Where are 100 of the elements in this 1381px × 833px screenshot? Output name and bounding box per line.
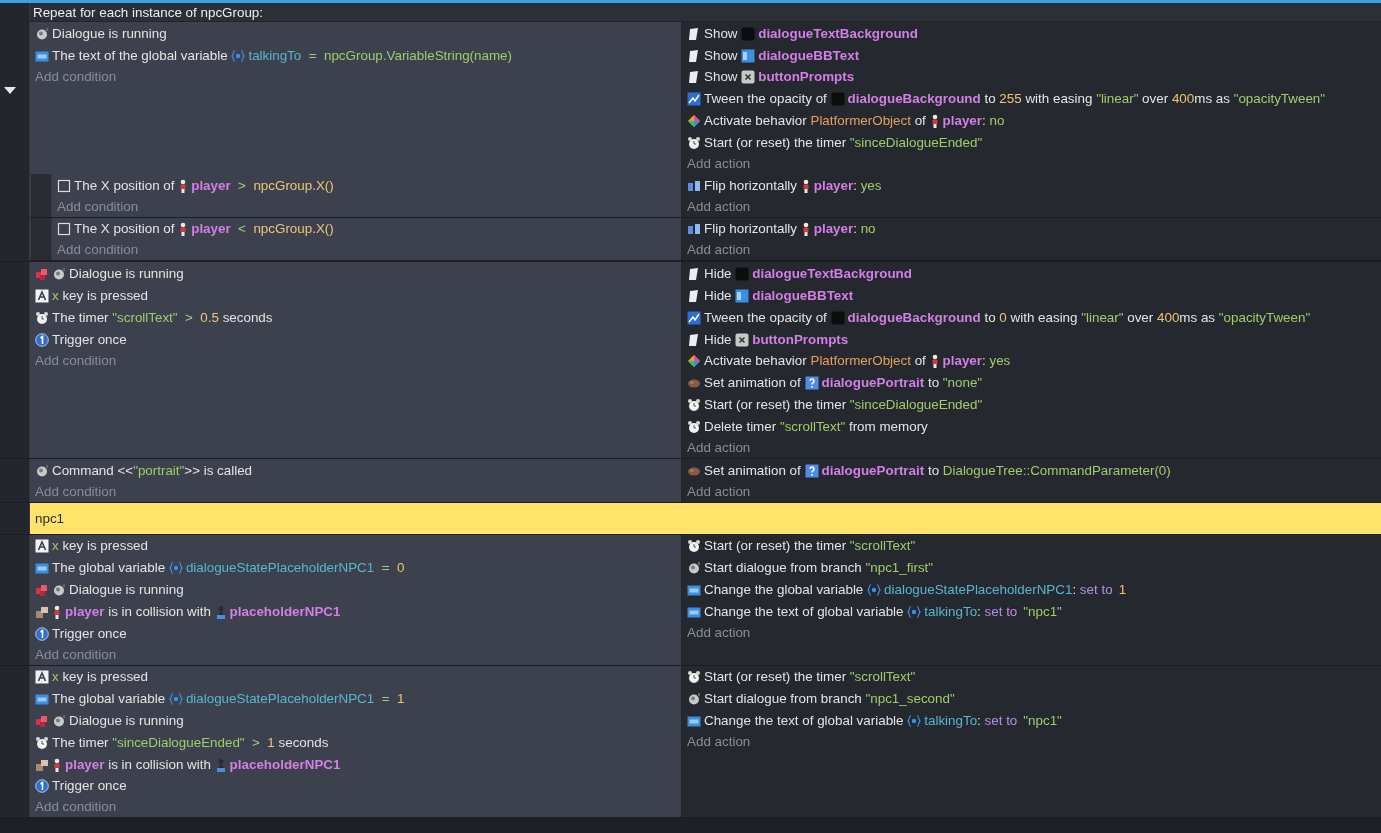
rounded-square-icon <box>830 92 845 107</box>
text-panel-icon <box>741 48 756 63</box>
condition-text: player < npcGroup.X() <box>191 220 334 239</box>
rounded-square-icon <box>830 310 845 325</box>
condition-text: Trigger once <box>52 624 127 643</box>
caret-icon[interactable] <box>4 87 16 95</box>
chart-line-icon <box>687 310 701 325</box>
slanted-panel-icon <box>687 48 701 63</box>
add-action-link[interactable]: Add action <box>687 481 1381 502</box>
add-condition-link[interactable]: Add condition <box>35 797 681 818</box>
alarm-clock-icon <box>687 419 701 434</box>
action-text: player: yes <box>813 176 882 195</box>
action-text: Tween the opacity of <box>704 308 828 327</box>
event-header: Repeat for each instance of npcGroup: <box>30 3 1381 22</box>
square-icon <box>57 178 71 193</box>
add-action-link[interactable]: Add action <box>687 153 1381 174</box>
person-icon <box>178 178 189 193</box>
action-text: Start (or reset) the timer "sinceDialogueEnded" <box>704 396 983 414</box>
add-action-link[interactable]: Add action <box>687 437 1381 458</box>
condition-text: x key is pressed <box>52 668 148 687</box>
person-icon <box>52 604 62 619</box>
variable-braces-icon <box>168 692 183 707</box>
action-text: Activate behavior PlatformerObject of <box>704 352 927 371</box>
condition-text: The X position of <box>74 176 176 195</box>
condition-text: dialogueStatePlaceholderNPC1 = 0 <box>185 559 405 578</box>
action-text: Activate behavior PlatformerObject of <box>704 112 927 131</box>
dialogue-ball-icon <box>35 26 49 41</box>
condition-text: The timer "scrollText" > 0.5 seconds <box>52 308 273 327</box>
action-text: Hide <box>704 287 733 305</box>
action-text: Start (or reset) the timer "sinceDialogueEnded" <box>704 133 983 152</box>
action-text: Tween the opacity of <box>704 90 828 109</box>
variable-braces-icon <box>907 604 922 619</box>
alarm-clock-icon <box>35 310 49 325</box>
action-text: Show <box>704 68 739 87</box>
key-cap-icon <box>741 70 756 85</box>
action-text: Change the text of global variable <box>704 711 905 730</box>
add-condition-link[interactable]: Add condition <box>35 481 681 502</box>
condition-text: The X position of <box>74 220 176 239</box>
numbered-circle-icon <box>35 779 49 794</box>
action-text: dialogueStatePlaceholderNPC1: set to 1 <box>884 581 1127 599</box>
add-condition-link[interactable]: Add condition <box>57 196 681 217</box>
keyboard-key-icon <box>35 289 49 304</box>
condition-text: The timer "sinceDialogueEnded" > 1 seconds <box>52 733 329 752</box>
add-condition-link[interactable]: Add condition <box>35 66 681 87</box>
action-text: dialogueBackground to 255 with easing "linear" over 400ms as "opacityTween" <box>847 90 1326 109</box>
slanted-panel-icon <box>687 289 701 304</box>
keyboard-key-icon <box>35 539 49 554</box>
add-action-link[interactable]: Add action <box>687 196 1381 217</box>
alarm-clock-icon <box>687 135 701 150</box>
flip-squares-icon <box>687 178 701 193</box>
action-text: player: no <box>813 220 876 239</box>
action-text: Start (or reset) the timer "scrollText" <box>704 668 916 687</box>
keyboard-key-icon <box>35 670 49 685</box>
action-text: dialogueBBText <box>758 46 860 65</box>
stacked-boxes-icon <box>35 604 49 619</box>
dialogue-ball-icon <box>35 463 49 478</box>
variable-tag-icon <box>35 692 49 707</box>
dialogue-ball-icon <box>52 583 66 598</box>
slanted-panel-icon <box>687 332 701 347</box>
numbered-circle-icon <box>35 626 49 641</box>
flip-squares-icon <box>687 222 701 237</box>
variable-tag-icon <box>687 714 701 728</box>
action-text: Change the text of global variable <box>704 602 905 621</box>
add-condition-link[interactable]: Add condition <box>57 240 681 261</box>
condition-text: Dialogue is running <box>69 265 184 284</box>
slanted-panel-icon <box>687 70 701 85</box>
person-silhouette-icon <box>214 604 227 619</box>
square-icon <box>57 222 71 237</box>
variable-braces-icon <box>168 561 183 576</box>
action-text: buttonPrompts <box>752 330 849 349</box>
add-condition-link[interactable]: Add condition <box>35 644 681 665</box>
comment-text: npc1 <box>30 502 1381 534</box>
action-text: dialogueBBText <box>752 287 854 305</box>
condition-text: Trigger once <box>52 330 127 349</box>
variable-braces-icon <box>867 583 882 598</box>
numbered-circle-icon <box>35 332 49 347</box>
add-action-link[interactable]: Add action <box>687 240 1381 261</box>
condition-text: Trigger once <box>52 777 127 796</box>
action-text: buttonPrompts <box>758 68 855 87</box>
slanted-panel-icon <box>687 26 701 41</box>
condition-text: player > npcGroup.X() <box>191 176 334 195</box>
action-text: dialogueBackground to 0 with easing "linear" over 400ms as "opacityTween" <box>847 308 1311 327</box>
add-action-link[interactable]: Add action <box>687 622 1381 643</box>
add-action-link[interactable]: Add action <box>687 731 1381 752</box>
action-text: Show <box>704 24 739 43</box>
variable-tag-icon <box>35 561 49 576</box>
add-condition-link[interactable]: Add condition <box>35 350 681 371</box>
dialogue-ball-icon <box>52 267 66 282</box>
variable-braces-icon <box>907 714 922 728</box>
action-text: talkingTo: set to "npc1" <box>924 711 1062 730</box>
condition-text: x key is pressed <box>52 537 148 556</box>
rounded-square-icon <box>735 267 750 282</box>
condition-text: player is in collision with <box>65 755 212 774</box>
variable-tag-icon <box>687 583 701 598</box>
question-mark-icon <box>804 376 819 391</box>
condition-text: Dialogue is running <box>52 24 167 43</box>
condition-text: Command <<"portrait">> is called <box>52 461 253 480</box>
diamond-icon <box>687 354 701 369</box>
chart-line-icon <box>687 92 701 107</box>
action-text: player: yes <box>942 352 1011 371</box>
